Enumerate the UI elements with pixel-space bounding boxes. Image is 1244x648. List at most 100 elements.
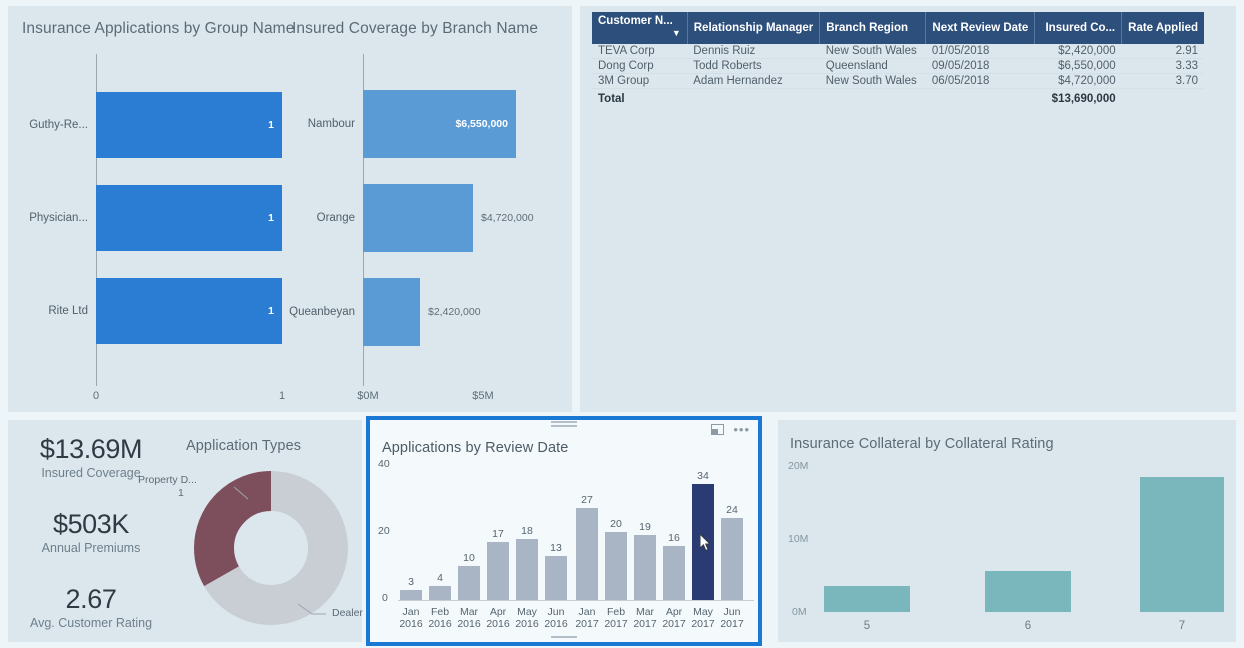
chart-applications-by-group[interactable]: Guthy-Re... 1 Physician... 1 Rite Ltd 1 … xyxy=(29,54,285,402)
column-rect[interactable] xyxy=(721,518,743,600)
column-rect[interactable] xyxy=(458,566,480,600)
column-rect[interactable] xyxy=(605,532,627,600)
column-value-label: 18 xyxy=(521,525,533,537)
resize-handle-top[interactable] xyxy=(551,421,577,428)
column-rect[interactable] xyxy=(487,542,509,600)
kpi-card-avg-customer-rating[interactable]: 2.67 Avg. Customer Rating xyxy=(8,584,174,630)
x-axis-category-year: 2017 xyxy=(662,618,686,630)
x-axis-tick: 1 xyxy=(278,390,286,402)
chart-applications-by-review-date[interactable]: 3 4 10 17 18 13 27 20 19 16 34 24 xyxy=(398,464,754,600)
table-row[interactable]: Dong Corp Todd Roberts Queensland 09/05/… xyxy=(592,58,1204,74)
bar-value-label: 1 xyxy=(268,119,274,131)
column-rect[interactable] xyxy=(429,586,451,600)
table-row[interactable]: TEVA Corp Dennis Ruiz New South Wales 01… xyxy=(592,44,1204,59)
table-header-cell-branch-region[interactable]: Branch Region xyxy=(819,12,927,44)
column[interactable]: 4 xyxy=(429,464,451,600)
bar-rect[interactable] xyxy=(363,278,420,346)
bar-row[interactable]: Physician... 1 xyxy=(29,185,282,251)
chart-application-types[interactable]: Property D... 1 Dealer (2) xyxy=(138,456,379,634)
column-selected[interactable]: 34 xyxy=(692,464,714,600)
bar-row[interactable]: Orange $4,720,000 xyxy=(317,184,534,252)
x-axis-category: Jan 2016 xyxy=(399,606,422,630)
table-header-cell-rate-applied[interactable]: Rate Applied xyxy=(1121,12,1204,44)
x-axis-category-year: 2016 xyxy=(457,618,481,630)
column[interactable]: 3 xyxy=(400,464,422,600)
column[interactable]: 16 xyxy=(663,464,685,600)
bar-rect[interactable]: 1 xyxy=(96,185,282,251)
bar-row[interactable]: Nambour $6,550,000 xyxy=(308,90,526,158)
column-rect[interactable] xyxy=(516,539,538,600)
total-insured-coverage: $13,690,000 xyxy=(1051,93,1116,105)
x-axis-category: Mar 2016 xyxy=(457,606,480,630)
kpi-card-annual-premiums[interactable]: $503K Annual Premiums xyxy=(8,509,174,555)
more-options-icon[interactable]: ••• xyxy=(733,423,750,436)
column-rect[interactable] xyxy=(576,508,598,600)
bar-rect[interactable]: 1 xyxy=(96,278,282,344)
panel-kpi-and-application-types[interactable]: $13.69M Insured Coverage $503K Annual Pr… xyxy=(8,420,379,642)
column[interactable]: 24 xyxy=(721,464,743,600)
bar-row[interactable]: Guthy-Re... 1 xyxy=(29,92,282,158)
column-rect[interactable] xyxy=(545,556,567,600)
column[interactable]: 27 xyxy=(576,464,598,600)
total-label: Total xyxy=(598,93,625,105)
column-rect[interactable] xyxy=(634,535,656,600)
column-rect[interactable] xyxy=(1140,477,1224,612)
panel-collateral-by-rating[interactable]: Insurance Collateral by Collateral Ratin… xyxy=(778,420,1236,642)
column-rect[interactable] xyxy=(663,546,685,600)
donut-svg[interactable] xyxy=(186,456,356,634)
panel-applications-by-review-date-selected[interactable]: ••• Applications by Review Date 40 20 0 … xyxy=(366,416,762,646)
table-header-cell-relationship-manager[interactable]: Relationship Manager xyxy=(687,12,821,44)
x-axis-category-month: May xyxy=(693,606,713,618)
column-rect[interactable] xyxy=(400,590,422,600)
x-axis-category: Apr 2017 xyxy=(662,606,685,630)
table-header-cell-customer-name[interactable]: Customer N... ▼ xyxy=(592,12,688,44)
column[interactable]: 19 xyxy=(634,464,656,600)
x-axis-category-month: Apr xyxy=(489,606,507,618)
x-axis-category-month: Jun xyxy=(547,606,565,618)
x-axis-category-year: 2016 xyxy=(399,618,423,630)
table-header-cell-next-review-date[interactable]: Next Review Date xyxy=(925,12,1036,44)
table-header-row: Customer N... ▼ Relationship Manager Bra… xyxy=(592,12,1204,44)
customer-table[interactable]: Customer N... ▼ Relationship Manager Bra… xyxy=(592,12,1204,106)
cell-rate-applied: 3.70 xyxy=(1121,73,1204,89)
table-header-cell-insured-coverage[interactable]: Insured Co... xyxy=(1034,12,1123,44)
panel-applications-and-coverage[interactable]: Insurance Applications by Group Name Ins… xyxy=(8,6,572,412)
bar-category-label: Rite Ltd xyxy=(48,305,88,317)
column[interactable]: 20 xyxy=(605,464,627,600)
x-axis-category-year: 2016 xyxy=(515,618,539,630)
column[interactable]: 13 xyxy=(545,464,567,600)
visual-header-toolbar[interactable]: ••• xyxy=(711,423,750,436)
focus-mode-icon[interactable] xyxy=(711,424,725,435)
resize-handle-bottom[interactable] xyxy=(551,634,577,641)
bar-row[interactable]: Queanbeyan $2,420,000 xyxy=(289,278,526,346)
bar-rect[interactable]: $6,550,000 xyxy=(363,90,516,158)
table-row[interactable]: 3M Group Adam Hernandez New South Wales … xyxy=(592,73,1204,89)
bar-rect[interactable]: 1 xyxy=(96,92,282,158)
kpi-label: Avg. Customer Rating xyxy=(29,616,153,630)
column-rect[interactable] xyxy=(824,586,910,612)
bar-row[interactable]: Rite Ltd 1 xyxy=(48,278,282,344)
x-axis-category: May 2017 xyxy=(691,606,714,630)
column-value-label: 3 xyxy=(408,576,414,588)
bar-category-label: Queanbeyan xyxy=(289,306,355,318)
panel-customer-table[interactable]: Customer N... ▼ Relationship Manager Bra… xyxy=(580,6,1236,412)
column-rect[interactable] xyxy=(985,571,1071,612)
column[interactable]: 18 xyxy=(516,464,538,600)
column[interactable]: 10 xyxy=(458,464,480,600)
bar-rect[interactable] xyxy=(363,184,473,252)
chart-title-collateral-by-rating: Insurance Collateral by Collateral Ratin… xyxy=(790,436,1054,452)
x-axis-category: Jun 2016 xyxy=(544,606,567,630)
chart-coverage-by-branch[interactable]: Nambour $6,550,000 Orange $4,720,000 Que… xyxy=(289,54,534,402)
x-axis-category: Feb 2017 xyxy=(604,606,627,630)
bar-category-label: Orange xyxy=(316,212,355,224)
chart-collateral-by-rating[interactable] xyxy=(820,466,1224,612)
sort-descending-icon[interactable]: ▼ xyxy=(672,27,681,40)
column-value-label: 17 xyxy=(492,528,504,540)
x-axis-category: Apr 2016 xyxy=(486,606,509,630)
x-axis-category-year: 2016 xyxy=(428,618,452,630)
column-value-label: 4 xyxy=(437,572,443,584)
x-axis-category-month: Apr xyxy=(665,606,683,618)
column[interactable]: 17 xyxy=(487,464,509,600)
x-axis-tick: 0 xyxy=(92,390,100,402)
x-axis-category-month: Mar xyxy=(635,606,655,618)
